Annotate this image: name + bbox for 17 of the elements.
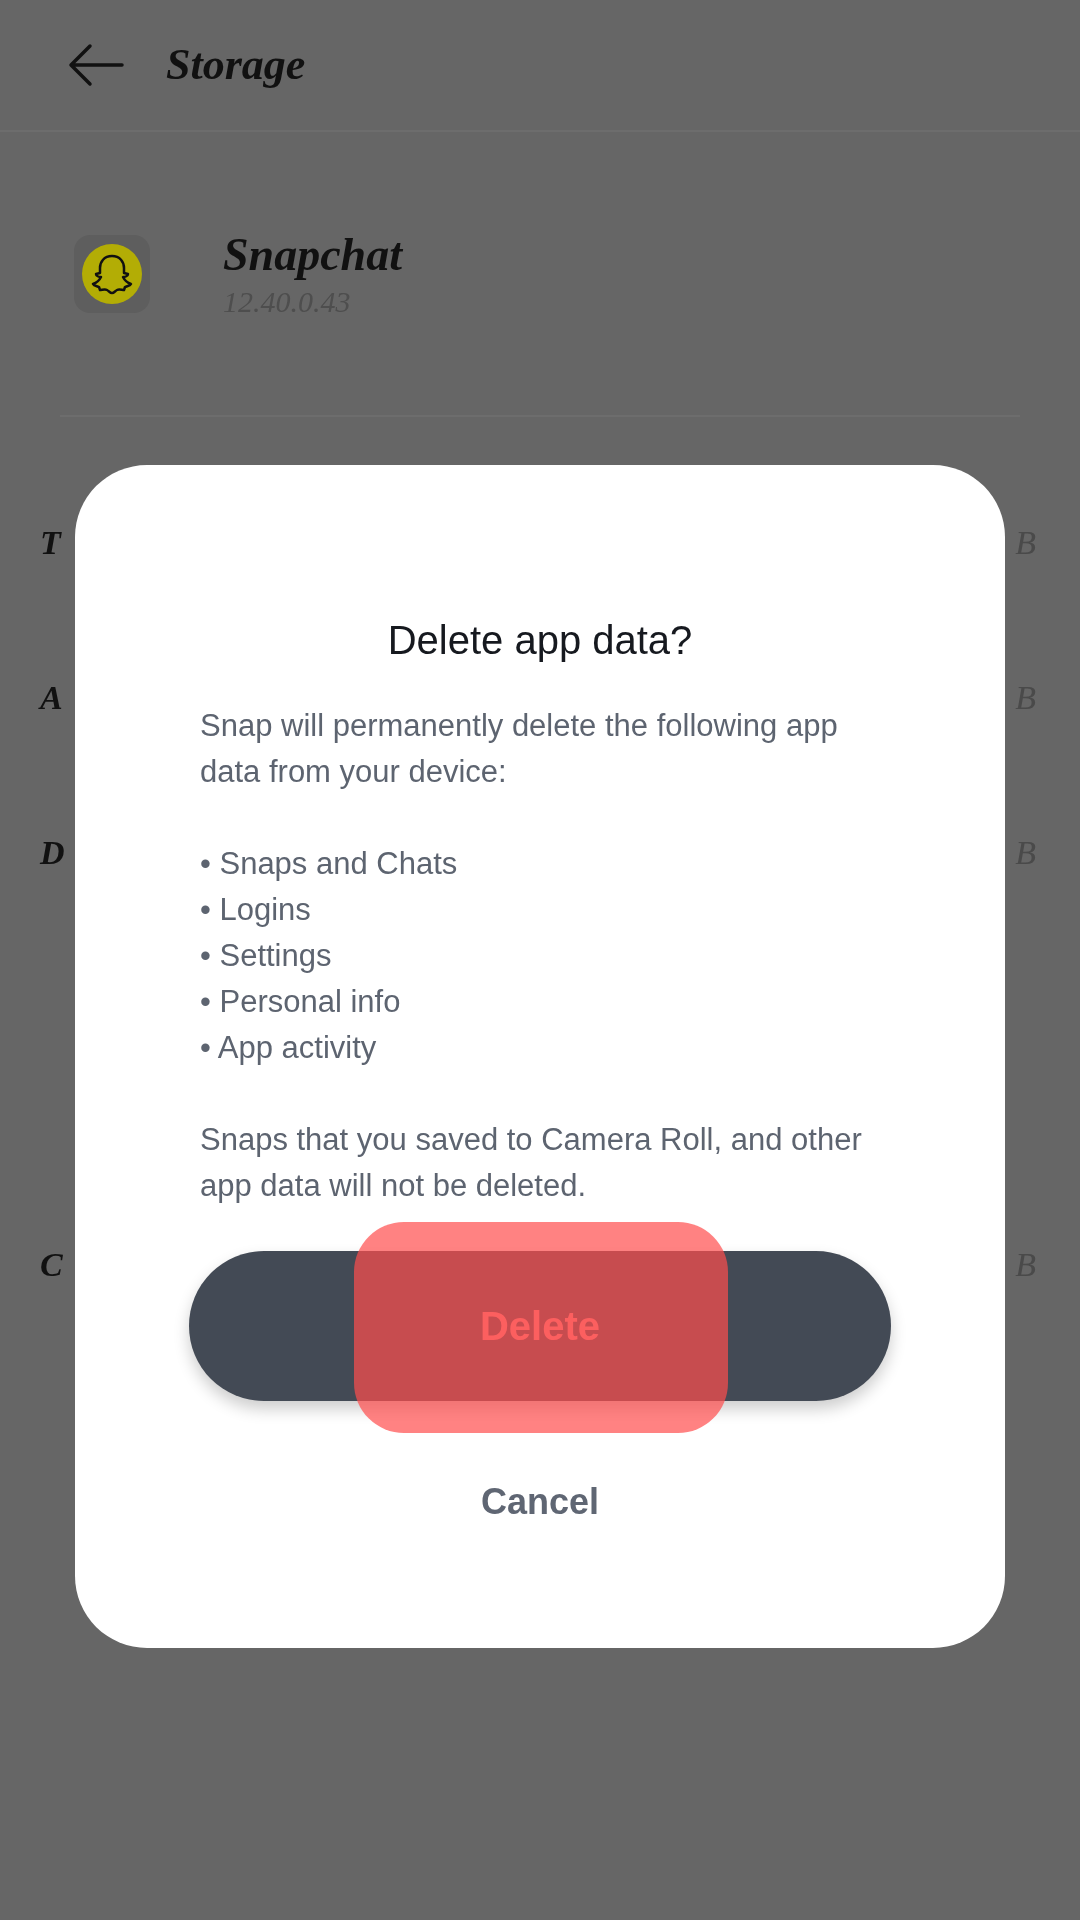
dialog-message: Snap will permanently delete the following app data from your device: <box>200 707 839 791</box>
data-list-item: • Snaps and Chats <box>200 845 459 883</box>
cancel-button[interactable]: Cancel <box>460 1459 620 1545</box>
ghost-app-icon <box>73 233 151 314</box>
data-list-item: • Logins <box>200 891 312 929</box>
data-list-item: • Settings <box>200 937 333 975</box>
page-title: Storage <box>166 39 306 91</box>
row-label: A <box>40 678 63 718</box>
row-label: C <box>40 1245 63 1285</box>
back-arrow-icon[interactable] <box>68 43 124 87</box>
row-label: T <box>40 523 61 563</box>
dialog-note: Snaps that you saved to Camera Roll, and other app data will not be deleted. <box>200 1121 863 1205</box>
data-list-item: • App activity <box>200 1029 378 1067</box>
row-label: D <box>40 833 65 873</box>
app-name: Snapchat <box>223 227 402 282</box>
dialog-title: Delete app data? <box>387 617 693 664</box>
data-list-item: • Personal info <box>200 983 402 1021</box>
